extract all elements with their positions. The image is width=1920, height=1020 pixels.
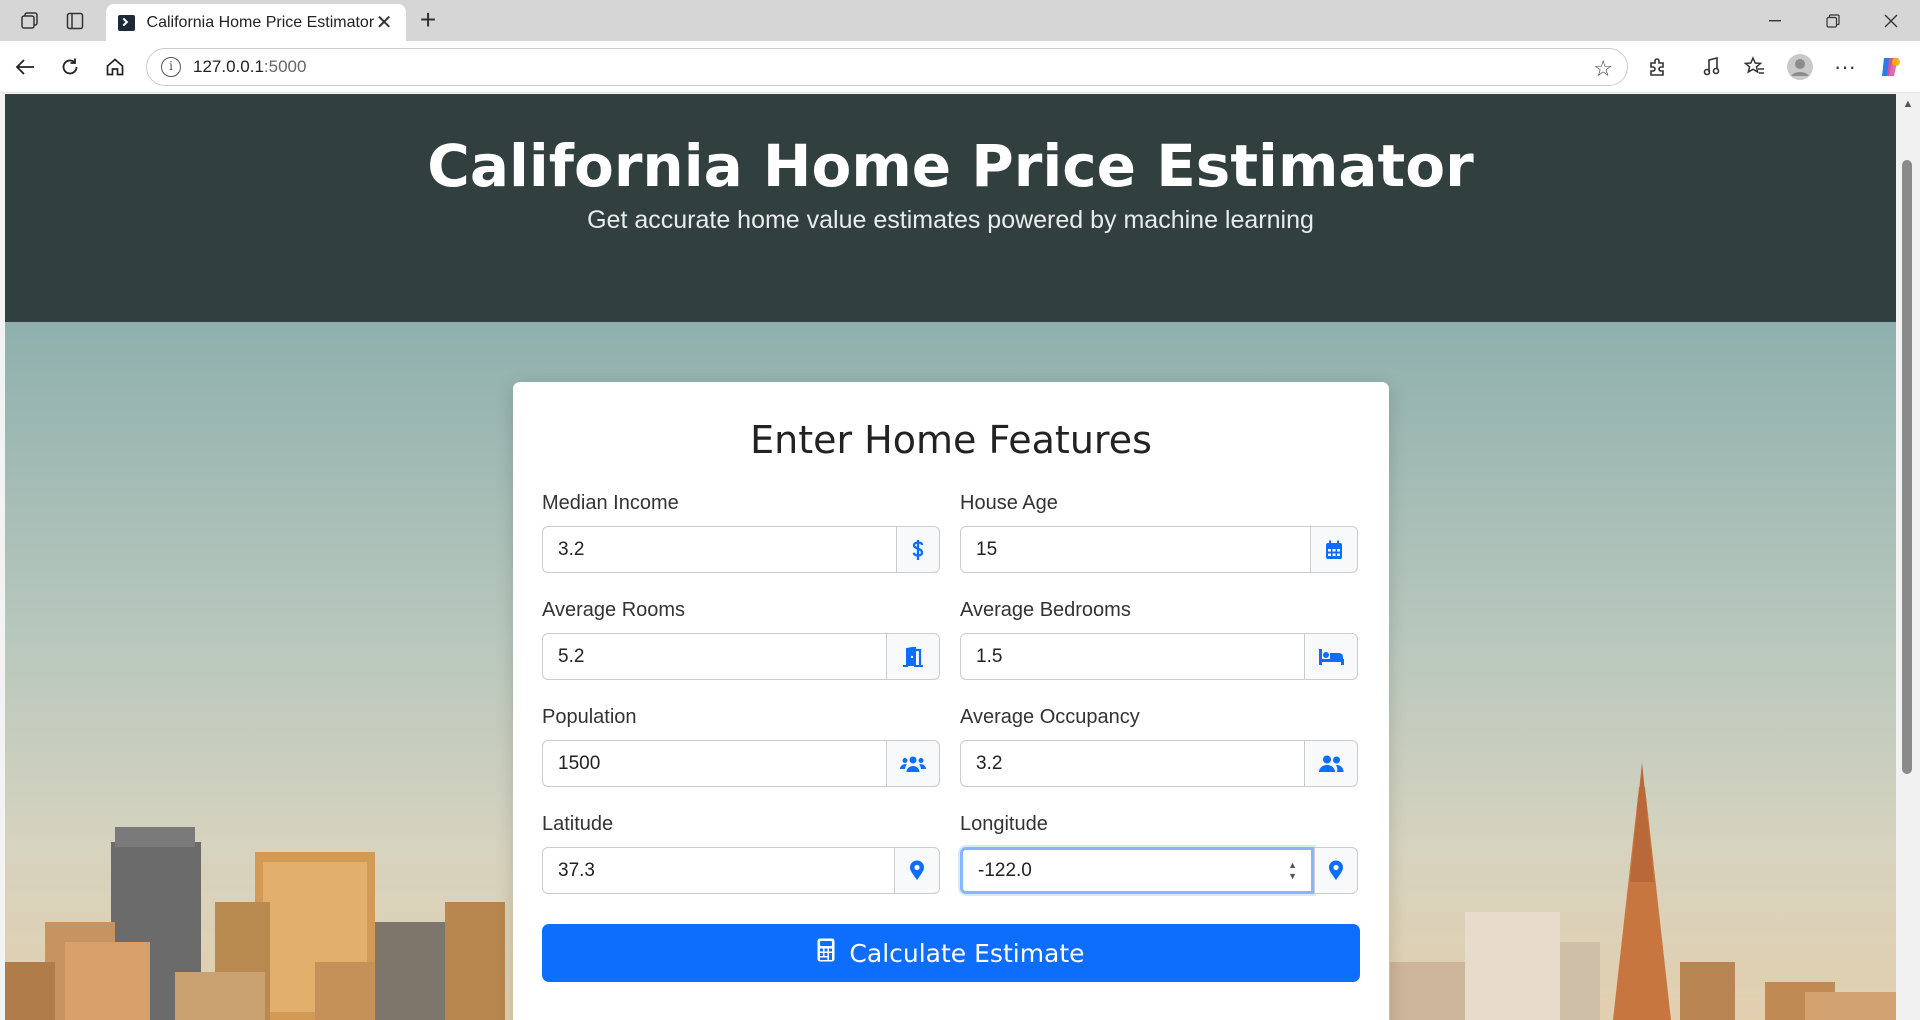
map-marker-icon [894,847,940,894]
site-info-icon[interactable]: i [161,57,181,77]
average-bedrooms-field: Average Bedrooms 1.5 [960,599,1358,680]
population-input[interactable]: 1500 [542,740,886,787]
page-viewport: California Home Price Estimator Get accu… [5,94,1896,1020]
favorites-icon[interactable] [1742,54,1768,80]
scrollbar-thumb[interactable] [1902,160,1912,774]
latitude-field: Latitude 37.3 [542,813,940,894]
average-rooms-input[interactable]: 5.2 [542,633,886,680]
workspaces-icon[interactable] [8,0,52,41]
profile-avatar-icon[interactable] [1786,53,1814,81]
read-aloud-icon[interactable] [1699,54,1725,80]
user-friends-icon [1304,740,1358,787]
population-label: Population [542,706,637,728]
calculate-estimate-button[interactable]: Calculate Estimate [542,924,1360,982]
new-tab-button[interactable]: + [413,3,443,37]
longitude-field: Longitude -122.0 ▲ ▼ [960,813,1358,894]
terminal-icon [118,14,135,31]
hero-header: California Home Price Estimator Get accu… [5,94,1896,322]
house-age-label: House Age [960,492,1058,514]
average-occupancy-field: Average Occupancy 3.2 [960,706,1358,787]
form-heading: Enter Home Features [750,418,1152,462]
door-open-icon [886,633,940,680]
average-bedrooms-label: Average Bedrooms [960,599,1131,621]
home-button[interactable] [93,41,137,93]
median-income-field: Median Income 3.2 [542,492,940,573]
page-subtitle: Get accurate home value estimates powere… [587,206,1314,234]
latitude-label: Latitude [542,813,614,835]
extensions-icon[interactable] [1645,54,1671,80]
house-age-input[interactable]: 15 [960,526,1310,573]
close-tab-icon[interactable]: ✕ [374,10,394,35]
tab-title: California Home Price Estimator [146,13,375,31]
page-title: California Home Price Estimator [427,132,1474,200]
scroll-up-arrow-icon[interactable]: ▲ [1899,98,1917,110]
favorite-star-icon[interactable]: ☆ [1593,56,1613,82]
spin-up-icon[interactable]: ▲ [1288,860,1297,871]
back-button[interactable] [3,41,47,93]
calculator-icon [817,938,835,968]
vertical-tabs-icon[interactable] [53,0,97,41]
average-rooms-label: Average Rooms [542,599,686,621]
dollar-icon [896,526,940,573]
average-rooms-field: Average Rooms 5.2 [542,599,940,680]
more-options-icon[interactable]: ··· [1832,54,1858,80]
bed-icon [1304,633,1358,680]
minimize-button[interactable] [1746,0,1804,41]
users-icon [886,740,940,787]
browser-toolbar: i 127.0.0.1:5000 ☆ ··· [0,41,1920,93]
form-card: Enter Home Features Median Income 3.2 Ho… [513,382,1389,1020]
browser-tab-bar: California Home Price Estimator ✕ + [0,0,1920,41]
url-text: 127.0.0.1:5000 [193,57,307,76]
median-income-input[interactable]: 3.2 [542,526,896,573]
average-occupancy-label: Average Occupancy [960,706,1140,728]
map-marker-icon [1314,847,1358,894]
longitude-label: Longitude [960,813,1048,835]
population-field: Population 1500 [542,706,940,787]
refresh-button[interactable] [48,41,92,93]
median-income-label: Median Income [542,492,679,514]
house-age-field: House Age 15 [960,492,1358,573]
browser-tab[interactable]: California Home Price Estimator ✕ [106,4,406,41]
address-bar[interactable]: i 127.0.0.1:5000 ☆ [146,48,1628,86]
spin-down-icon[interactable]: ▼ [1288,871,1297,882]
restore-button[interactable] [1804,0,1862,41]
longitude-input[interactable]: -122.0 ▲ ▼ [960,847,1314,894]
calculate-estimate-label: Calculate Estimate [849,938,1085,968]
close-window-button[interactable] [1862,0,1920,41]
average-occupancy-input[interactable]: 3.2 [960,740,1304,787]
latitude-input[interactable]: 37.3 [542,847,894,894]
copilot-icon[interactable] [1878,54,1904,80]
longitude-value: -122.0 [978,859,1032,881]
average-bedrooms-input[interactable]: 1.5 [960,633,1304,680]
number-spinner[interactable]: ▲ ▼ [1288,860,1297,882]
calendar-icon [1310,526,1358,573]
